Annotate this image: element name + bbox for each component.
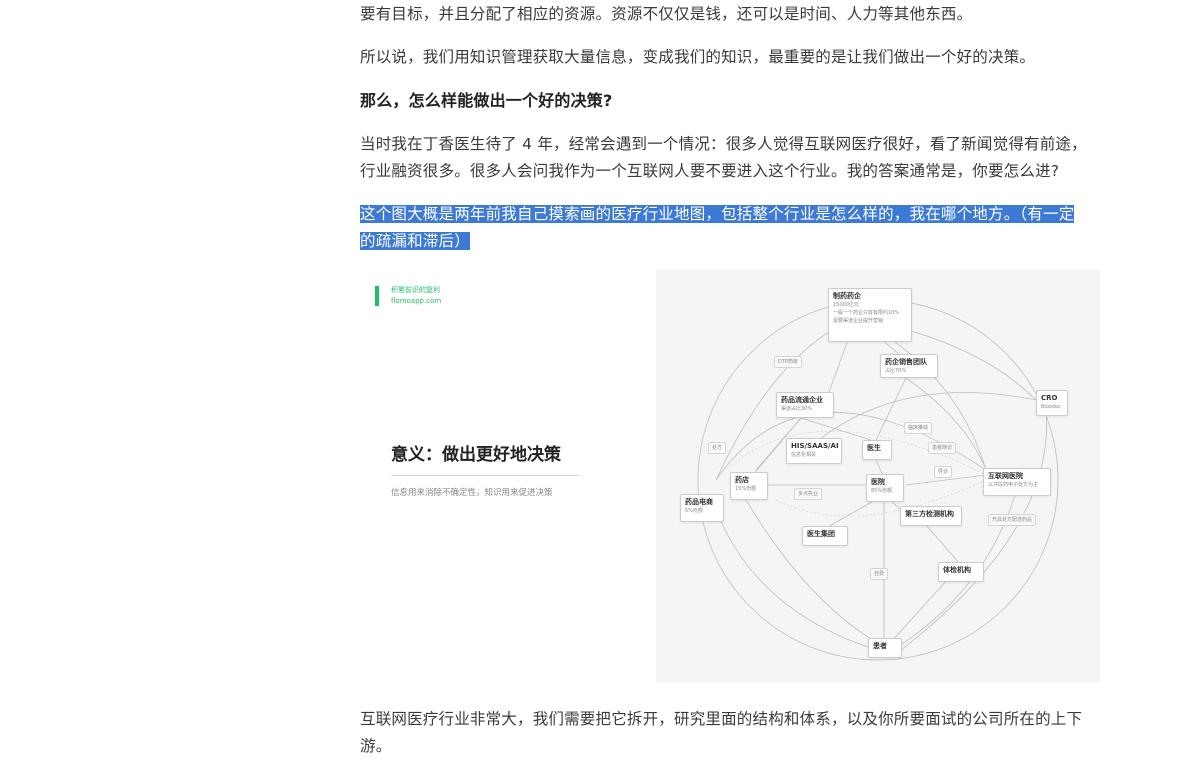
paragraph: 所以说，我们用知识管理获取大量信息，变成我们的知识，最重要的是让我们做出一个好的… [360, 48, 1036, 66]
paragraph: 游。 [360, 737, 392, 755]
map-node-pharma: 制药药企 15000亿元 一般一个药企只有有限约10% 需要渠道企业提升营销 [828, 288, 912, 342]
map-node-sales-team: 药企销售团队 占比70% [880, 354, 938, 378]
map-node-checkup: 体检机构 [938, 562, 984, 582]
brand-url: flomoapp.com [391, 297, 442, 305]
selected-text[interactable]: 的疏漏和滞后） [360, 232, 470, 250]
slide-title: 意义：做出更好地决策 [391, 445, 561, 465]
connector-line [800, 417, 872, 441]
map-node-distributor: 药品流通企业 渠道占比30% [776, 392, 834, 418]
map-node-doctor-group: 医生集团 [802, 526, 848, 546]
map-node-cro: CRO Bioodoc [1036, 390, 1068, 416]
industry-map: 制药药企 15000亿元 一般一个药企只有有限约10% 需要渠道企业提升营销 药… [656, 270, 1100, 682]
edge-label: 临床推动 [904, 422, 933, 434]
slide-panel: 积累前识的复利 flomoapp.com 意义：做出更好地决策 信息用来消除不确… [360, 270, 656, 682]
brand-accent-bar [375, 286, 379, 306]
slide-subtitle: 信息用来消除不确定性，知识用来促进决策 [391, 488, 553, 498]
edge-label: 多点执业 [794, 488, 823, 500]
section-question: 那么，怎么样能做出一个好的决策? [360, 91, 613, 110]
article-figure: 积累前识的复利 flomoapp.com 意义：做出更好地决策 信息用来消除不确… [360, 270, 1100, 682]
divider [391, 475, 579, 476]
map-node-internet-hospital: 互联网医院 以冲段药电子处方为主 [983, 468, 1051, 496]
map-node-ecommerce: 药品电商 5%份额 [680, 494, 724, 522]
map-node-pharmacy: 药店 15%份额 [730, 472, 768, 500]
map-node-lab: 第三方检测机构 [900, 506, 962, 526]
selected-text-line[interactable]: 的疏漏和滞后） [360, 228, 1100, 255]
edge-label: DTP药房 [774, 356, 802, 368]
paragraph: 行业融资很多。很多人会问我作为一个互联网人要不要进入这个行业。我的答案通常是，你… [360, 162, 1060, 180]
map-node-his: HIS/SAAS/AI 信息化相关 [786, 438, 842, 464]
map-node-patient: 患者 [868, 638, 902, 658]
paragraph: 互联网医疗行业非常大，我们需要把它拆开，研究里面的结构和体系，以及你所要面试的公… [360, 710, 1083, 728]
connector-line [925, 524, 962, 566]
edge-label: 导诊 [934, 466, 953, 478]
paragraph: 要有目标，并且分配了相应的资源。资源不仅仅是钱，还可以是时间、人力等其他东西。 [360, 5, 973, 23]
map-node-doctor: 医生 [862, 440, 892, 460]
edge-label: 处方 [708, 442, 727, 454]
edge-label: 患者随访 [928, 442, 957, 454]
edge-label: 自费 [870, 568, 889, 580]
selected-text-line[interactable]: 这个图大概是两年前我自己摸索画的医疗行业地图，包括整个行业是怎么样的，我在哪个地… [360, 201, 1100, 228]
connector-line [875, 377, 907, 441]
map-node-hospital: 医院 85%份额 [866, 474, 904, 502]
edge-label: 开具处方配送药品 [988, 514, 1037, 526]
brand-name: 积累前识的复利 [391, 286, 440, 294]
selected-text[interactable]: 这个图大概是两年前我自己摸索画的医疗行业地图，包括整个行业是怎么样的，我在哪个地… [360, 205, 1075, 223]
paragraph: 当时我在丁香医生待了 4 年，经常会遇到一个情况：很多人觉得互联网医疗很好，看了… [360, 135, 1087, 153]
